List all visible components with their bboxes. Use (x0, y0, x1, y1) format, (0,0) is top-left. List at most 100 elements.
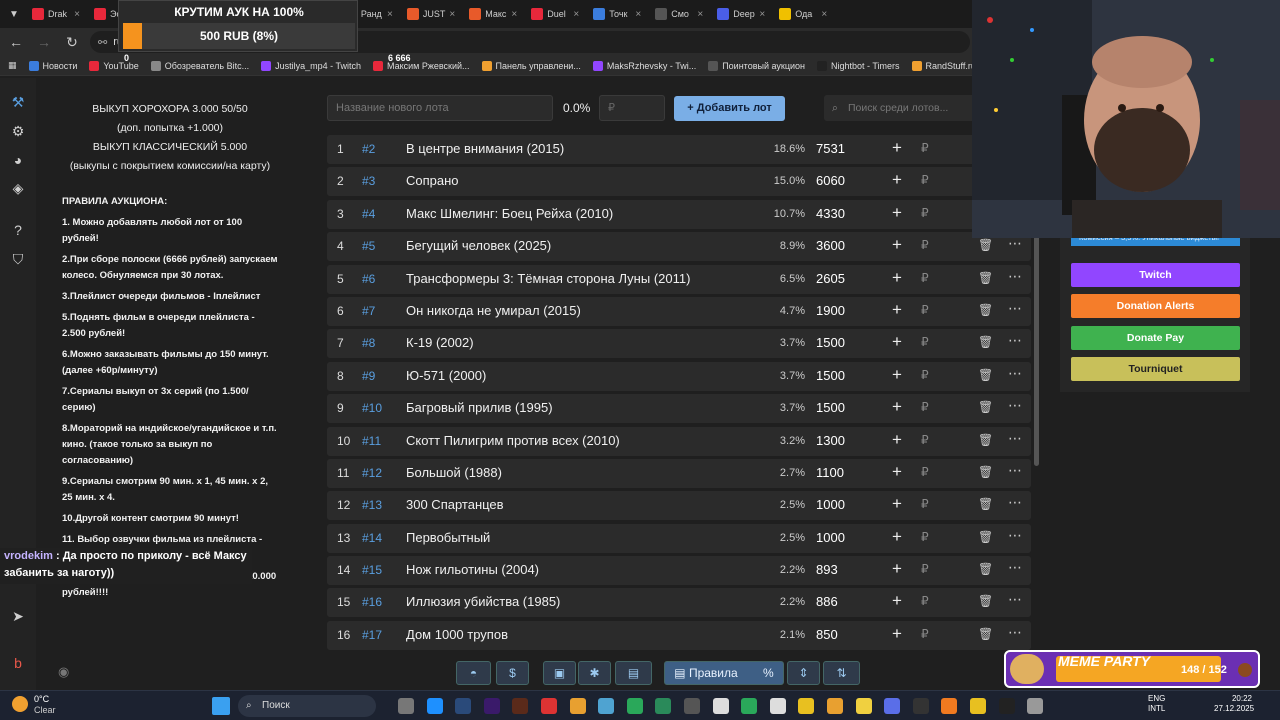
browser-tab[interactable]: JUST × (402, 3, 460, 25)
taskbar-app-icon[interactable] (798, 698, 815, 714)
lot-row[interactable]: 7 #8 К-19 (2002) 3.7% 1500 + ₽ 🗑 ⋯ (327, 329, 1031, 359)
integration-button[interactable]: Donate Pay (1071, 326, 1240, 350)
delete-icon[interactable]: 🗑 (978, 530, 993, 544)
language-indicator[interactable]: ENG INTL (1148, 694, 1165, 714)
taskbar-app-icon[interactable] (827, 698, 843, 714)
lot-id[interactable]: #11 (362, 434, 400, 448)
close-icon[interactable]: × (74, 9, 80, 20)
more-icon[interactable]: ⋯ (1008, 494, 1022, 511)
reload-icon[interactable]: ↻ (62, 34, 82, 51)
delete-icon[interactable]: 🗑 (978, 433, 993, 447)
lot-title[interactable]: Скотт Пилигрим против всех (2010) (406, 433, 620, 448)
bookmark-item[interactable]: Панель управлени... (481, 60, 581, 71)
clock[interactable]: 20:22 27.12.2025 (1214, 694, 1254, 714)
windows-start-icon[interactable] (212, 697, 230, 715)
integration-button[interactable]: Twitch (1071, 263, 1240, 287)
apps-icon[interactable]: ▦ (8, 60, 17, 71)
more-icon[interactable]: ⋯ (1008, 527, 1022, 544)
add-lot-button[interactable]: + Добавить лот (674, 96, 785, 121)
add-amount-icon[interactable]: + (892, 462, 902, 482)
taskbar-app-icon[interactable] (626, 698, 643, 714)
lot-row[interactable]: 1 #2 В центре внимания (2015) 18.6% 7531… (327, 135, 1031, 164)
lot-title[interactable]: Сопрано (406, 173, 459, 188)
bookmark-item[interactable]: MaksRzhevsky - Twi... (592, 60, 696, 71)
lot-title[interactable]: Большой (1988) (406, 465, 502, 480)
lot-title[interactable]: К-19 (2002) (406, 335, 474, 350)
add-amount-icon[interactable]: + (892, 624, 902, 644)
more-icon[interactable]: ⋯ (1008, 591, 1022, 608)
integration-button[interactable]: Tourniquet (1071, 357, 1240, 381)
close-icon[interactable]: × (387, 9, 393, 20)
lot-row[interactable]: 4 #5 Бегущий человек (2025) 8.9% 3600 + … (327, 232, 1031, 262)
lot-id[interactable]: #6 (362, 272, 400, 286)
browser-tab[interactable]: Точк × (588, 3, 646, 25)
lot-row[interactable]: 3 #4 Макс Шмелинг: Боец Рейха (2010) 10.… (327, 199, 1031, 229)
integration-button[interactable]: Donation Alerts (1071, 294, 1240, 318)
lot-id[interactable]: #16 (362, 595, 400, 609)
taskbar-app-icon[interactable] (712, 698, 729, 714)
save-icon[interactable]: ▣ (543, 661, 576, 685)
trash-all-icon[interactable]: ▤ (615, 661, 652, 685)
new-lot-input[interactable]: Название нового лота (327, 95, 553, 121)
bookmark-item[interactable]: Поинтовый аукцион (708, 60, 805, 71)
lot-search-input[interactable]: ⌕ Поиск среди лотов... (824, 95, 984, 121)
taskbar-app-icon[interactable] (941, 698, 958, 714)
taskbar-app-icon[interactable] (970, 698, 986, 714)
site-info-icon[interactable]: ⚯ (98, 36, 107, 49)
hammer-icon[interactable]: ⚒ (8, 92, 28, 112)
add-amount-icon[interactable]: + (892, 300, 902, 320)
lot-row[interactable]: 5 #6 Трансформеры 3: Тёмная сторона Луны… (327, 264, 1031, 294)
delete-icon[interactable]: 🗑 (978, 465, 993, 479)
lot-title[interactable]: В центре внимания (2015) (406, 141, 564, 156)
taskbar-app-icon[interactable] (483, 698, 500, 714)
more-icon[interactable]: ⋯ (1008, 268, 1022, 285)
delete-icon[interactable]: 🗑 (978, 238, 993, 252)
lot-title[interactable]: Багровый прилив (1995) (406, 400, 553, 415)
lot-id[interactable]: #14 (362, 531, 400, 545)
taskbar-search[interactable]: ⌕ Поиск (238, 695, 376, 717)
shield-icon[interactable]: ⛉ (8, 249, 28, 269)
rules-button[interactable]: ▤ Правила % (664, 661, 784, 685)
add-amount-icon[interactable]: + (892, 268, 902, 288)
lot-title[interactable]: Бегущий человек (2025) (406, 238, 551, 253)
lot-id[interactable]: #2 (362, 142, 400, 156)
add-amount-icon[interactable]: + (892, 332, 902, 352)
more-icon[interactable]: ⋯ (1008, 365, 1022, 382)
lot-id[interactable]: #10 (362, 401, 400, 415)
dollar-icon[interactable]: $ (496, 661, 529, 685)
delete-icon[interactable]: 🗑 (978, 335, 993, 349)
sort-icon[interactable]: ⇕ (787, 661, 820, 685)
more-icon[interactable]: ⋯ (1008, 300, 1022, 317)
taskbar-app-icon[interactable] (426, 698, 443, 714)
lot-row[interactable]: 2 #3 Сопрано 15.0% 6060 + ₽ (327, 167, 1031, 197)
lot-title[interactable]: Первобытный (406, 530, 490, 545)
lot-title[interactable]: Ю-571 (2000) (406, 368, 486, 383)
delete-icon[interactable]: 🗑 (978, 497, 993, 511)
lot-title[interactable]: Дом 1000 трупов (406, 627, 508, 642)
add-amount-icon[interactable]: + (892, 430, 902, 450)
back-icon[interactable]: ← (6, 34, 26, 50)
lot-row[interactable]: 16 #17 Дом 1000 трупов 2.1% 850 + ₽ 🗑 ⋯ (327, 620, 1031, 650)
close-icon[interactable]: × (573, 9, 579, 20)
taskbar-app-icon[interactable] (912, 698, 929, 714)
lot-row[interactable]: 11 #12 Большой (1988) 2.7% 1100 + ₽ 🗑 ⋯ (327, 458, 1031, 488)
lot-row[interactable]: 13 #14 Первобытный 2.5% 1000 + ₽ 🗑 ⋯ (327, 523, 1031, 553)
delete-icon[interactable]: 🗑 (978, 368, 993, 382)
lot-row[interactable]: 9 #10 Багровый прилив (1995) 3.7% 1500 +… (327, 394, 1031, 424)
lot-id[interactable]: #15 (362, 563, 400, 577)
bug-icon[interactable]: ✱ (578, 661, 611, 685)
add-amount-icon[interactable]: + (892, 138, 902, 158)
add-amount-icon[interactable]: + (892, 397, 902, 417)
browser-tab[interactable]: Смо × (650, 3, 708, 25)
more-icon[interactable]: ⋯ (1008, 430, 1022, 447)
tab-search-button[interactable]: ▼ (4, 4, 24, 24)
taskbar-app-icon[interactable] (512, 698, 529, 714)
taskbar-app-icon[interactable] (598, 698, 615, 714)
taskbar-app-icon[interactable] (541, 698, 557, 714)
more-icon[interactable]: ⋯ (1008, 397, 1022, 414)
add-amount-icon[interactable]: + (892, 559, 902, 579)
lot-row[interactable]: 15 #16 Иллюзия убийства (1985) 2.2% 886 … (327, 588, 1031, 618)
close-icon[interactable]: × (759, 9, 765, 20)
add-amount-icon[interactable]: + (892, 365, 902, 385)
bookmark-item[interactable]: Новости (28, 60, 77, 71)
